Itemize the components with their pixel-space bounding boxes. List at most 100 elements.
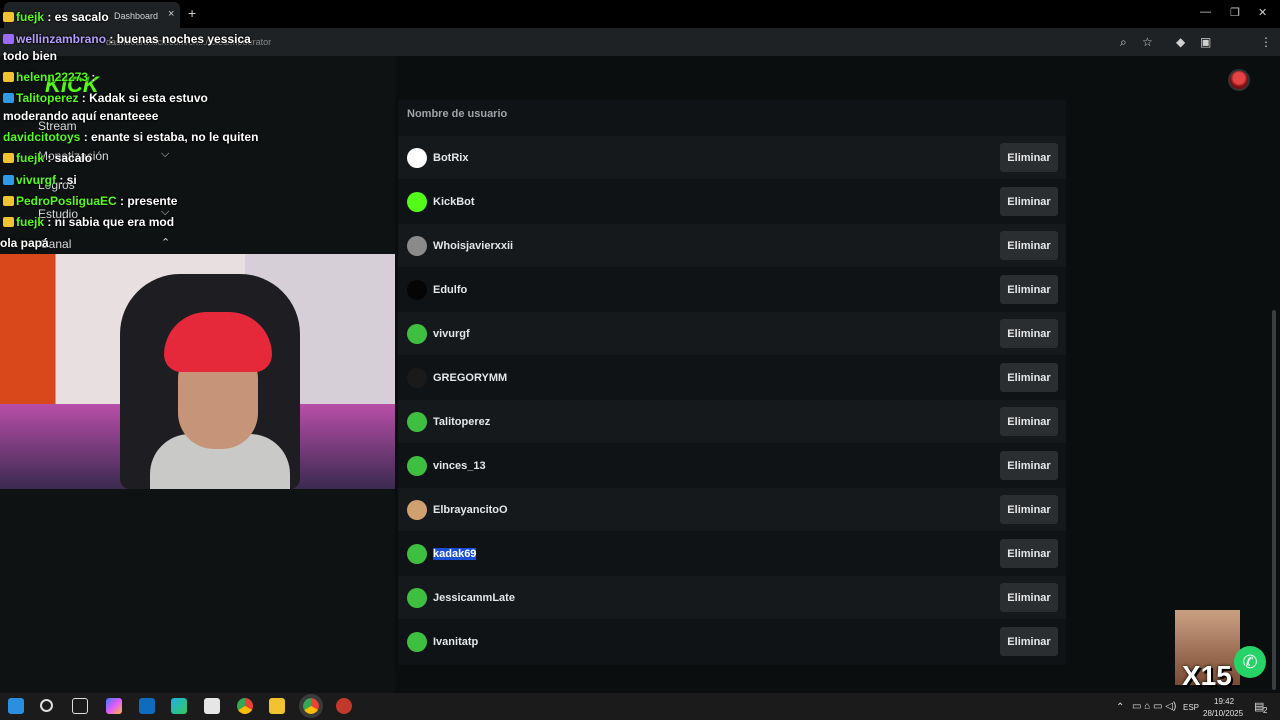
remove-moderator-button[interactable]: Eliminar <box>1000 539 1058 568</box>
chat-message: todo bien <box>3 49 57 63</box>
windows-start-icon[interactable] <box>8 698 24 714</box>
sub-badge-icon <box>3 196 14 206</box>
sub-badge-icon <box>3 217 14 227</box>
remove-moderator-button[interactable]: Eliminar <box>1000 583 1058 612</box>
sub-badge-icon <box>3 153 14 163</box>
remove-moderator-button[interactable]: Eliminar <box>1000 363 1058 392</box>
table-row: Edulfo Eliminar <box>398 268 1066 311</box>
chevron-down-icon[interactable]: ⌵ <box>161 148 169 161</box>
table-row: GREGORYMM Eliminar <box>398 356 1066 399</box>
chat-message: fuejk : es sacalo <box>3 10 109 24</box>
table-row: JessicammLate Eliminar <box>398 576 1066 619</box>
remove-moderator-button[interactable]: Eliminar <box>1000 187 1058 216</box>
vip-badge-icon <box>3 93 14 103</box>
chrome-active-icon[interactable] <box>299 694 323 718</box>
search-icon[interactable] <box>40 699 53 712</box>
user-avatar[interactable] <box>1228 69 1250 91</box>
language-indicator[interactable]: ESP <box>1183 703 1199 712</box>
remove-moderator-button[interactable]: Eliminar <box>1000 275 1058 304</box>
notification-count: 2 <box>1263 706 1268 715</box>
mod-badge-icon <box>3 34 14 44</box>
bookmark-star-icon[interactable]: ☆ <box>1142 35 1153 49</box>
table-row: vinces_13 Eliminar <box>398 444 1066 487</box>
user-avatar-icon <box>407 192 427 212</box>
webcam-overlay <box>0 254 395 489</box>
remove-moderator-button[interactable]: Eliminar <box>1000 627 1058 656</box>
extension-icon[interactable]: ◆ <box>1176 35 1185 49</box>
table-row: vivurgf Eliminar <box>398 312 1066 355</box>
username-text: vivurgf <box>433 328 470 340</box>
chat-message: helenn22273 : <box>3 70 95 84</box>
task-view-icon[interactable] <box>72 698 88 714</box>
chat-message: Talitoperez : Kadak si esta estuvo <box>3 91 208 105</box>
table-row: BotRix Eliminar <box>398 136 1066 179</box>
chat-message: PedroPosliguaEC : presente <box>3 194 177 208</box>
user-avatar-icon <box>407 500 427 520</box>
username-text: Whoisjavierxxii <box>433 240 514 252</box>
remove-moderator-button[interactable]: Eliminar <box>1000 495 1058 524</box>
puzzle-icon[interactable]: ▣ <box>1200 35 1211 49</box>
username-text: BotRix <box>433 152 469 164</box>
store-icon[interactable] <box>204 698 220 714</box>
user-avatar-icon <box>407 588 427 608</box>
user-avatar-icon <box>407 456 427 476</box>
table-row: ElbrayancitoO Eliminar <box>398 488 1066 531</box>
chevron-up-icon[interactable]: ⌃ <box>161 236 170 249</box>
username-text: Ivanitatp <box>433 636 479 648</box>
username-text: JessicammLate <box>433 592 515 604</box>
multiplier-text: X15 <box>1182 660 1232 691</box>
app-icon[interactable] <box>336 698 352 714</box>
tab-close-icon[interactable]: × <box>168 8 174 20</box>
chat-message: moderando aquí enanteeee <box>3 109 159 123</box>
tray-icons[interactable]: ▭ ⌂ ▭ ◁) <box>1132 701 1176 712</box>
remove-moderator-button[interactable]: Eliminar <box>1000 451 1058 480</box>
username-text: kadak69 <box>433 548 477 560</box>
copilot-icon[interactable] <box>106 698 122 714</box>
page-scrollbar[interactable] <box>1272 310 1276 690</box>
chat-message: davidcitotoys : enante si estaba, no le … <box>3 130 259 144</box>
chat-message: wellinzambrano : buenas noches yessica <box>3 32 251 46</box>
remove-moderator-button[interactable]: Eliminar <box>1000 143 1058 172</box>
table-row: Whoisjavierxxii Eliminar <box>398 224 1066 267</box>
table-row: kadak69 Eliminar <box>398 532 1066 575</box>
chat-message: vivurgf : si <box>3 173 77 187</box>
menu-dots-icon[interactable]: ⋮ <box>1260 35 1272 49</box>
column-header-username: Nombre de usuario <box>407 108 508 120</box>
whatsapp-icon: ✆ <box>1234 646 1266 678</box>
outlook-icon[interactable] <box>139 698 155 714</box>
edge-icon[interactable] <box>171 698 187 714</box>
user-avatar-icon <box>407 368 427 388</box>
close-window-button[interactable]: ✕ <box>1258 6 1267 19</box>
clock-date[interactable]: 28/10/2025 <box>1203 709 1243 718</box>
remove-moderator-button[interactable]: Eliminar <box>1000 407 1058 436</box>
chrome-icon[interactable] <box>237 698 253 714</box>
chat-message: ola papá <box>0 236 49 250</box>
minimize-button[interactable]: — <box>1200 6 1211 18</box>
remove-moderator-button[interactable]: Eliminar <box>1000 231 1058 260</box>
chat-message: fuejk : sacalo <box>3 151 92 165</box>
file-explorer-icon[interactable] <box>269 698 285 714</box>
table-row: KickBot Eliminar <box>398 180 1066 223</box>
webcam-streamer-hair <box>164 312 272 372</box>
user-avatar-icon <box>407 280 427 300</box>
username-text: Talitoperez <box>433 416 491 428</box>
remove-moderator-button[interactable]: Eliminar <box>1000 319 1058 348</box>
clock-time[interactable]: 19:42 <box>1214 697 1234 706</box>
user-avatar-icon <box>407 236 427 256</box>
username-text: ElbrayancitoO <box>433 504 508 516</box>
maximize-button[interactable]: ❐ <box>1230 6 1240 19</box>
tray-chevron-icon[interactable]: ⌃ <box>1116 702 1124 713</box>
username-text: Edulfo <box>433 284 468 296</box>
table-row: Ivanitatp Eliminar <box>398 620 1066 663</box>
vip-badge-icon <box>3 175 14 185</box>
zoom-icon[interactable]: ⌕ <box>1120 35 1127 50</box>
table-row: Talitoperez Eliminar <box>398 400 1066 443</box>
user-avatar-icon <box>407 632 427 652</box>
user-avatar-icon <box>407 324 427 344</box>
user-avatar-icon <box>407 412 427 432</box>
user-avatar-icon <box>407 148 427 168</box>
sub-badge-icon <box>3 72 14 82</box>
chat-message: fuejk : ni sabia que era mod <box>3 215 174 229</box>
windows-taskbar <box>0 693 1280 720</box>
new-tab-button[interactable]: + <box>188 5 196 21</box>
